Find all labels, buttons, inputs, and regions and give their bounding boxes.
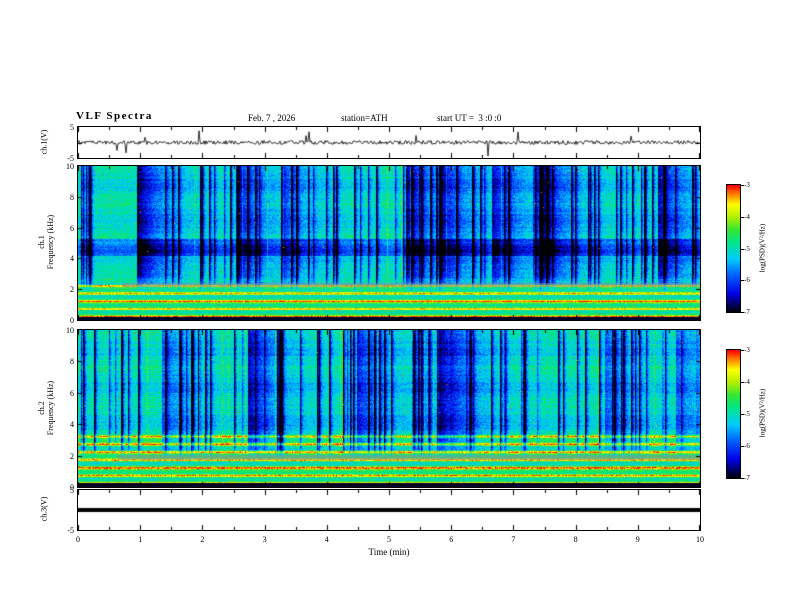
ch1-spec-ytick: 2: [70, 285, 74, 295]
colorbar-2: [726, 349, 741, 479]
ch2-spec-ytick: 4: [70, 420, 74, 430]
colorbar-1-tick: -6: [744, 276, 750, 285]
ch2-spectrogram-panel: [77, 329, 701, 488]
ch3-waveform-ylabel: ch.3(V): [39, 496, 49, 522]
x-tick-label: 3: [262, 535, 267, 544]
ch1-spectrogram-ylabel-line1: ch.1: [37, 235, 46, 249]
ch3-wave-ytick: 5: [70, 486, 74, 495]
colorbar-1: [726, 184, 741, 313]
plot-title: VLF Spectra: [76, 110, 153, 122]
colorbar-2-tick-dash: [740, 350, 744, 351]
ch2-spec-ytick: 6: [70, 388, 74, 398]
ch1-spec-ytick: 0: [70, 316, 74, 325]
vlf-spectra-figure: VLF Spectra Feb. 7 , 2026 station=ATH st…: [0, 0, 792, 612]
ch1-spectrogram-panel: [77, 165, 701, 321]
colorbar-2-tick-dash: [740, 414, 744, 415]
x-tick-label: 6: [449, 535, 454, 544]
x-tick-label: 2: [200, 535, 205, 544]
plot-date: Feb. 7 , 2026: [248, 113, 296, 123]
ch3-waveform-canvas: [78, 490, 700, 530]
ch1-spec-ytick: 8: [70, 192, 74, 202]
x-axis-label: Time (min): [368, 547, 410, 557]
ch1-spec-ytick: 10: [66, 162, 74, 171]
x-tick-label: 0: [76, 535, 80, 544]
ch1-spec-ytick: 4: [70, 254, 74, 264]
colorbar-1-tick: -7: [744, 308, 750, 316]
ch1-waveform-panel: [77, 126, 701, 159]
ch1-waveform-ylabel: ch.1(V): [39, 129, 49, 155]
colorbar-1-tick-dash: [740, 185, 744, 186]
x-tick-label: 7: [511, 535, 516, 544]
colorbar-2-tick-dash: [740, 478, 744, 479]
colorbar-1-canvas: [727, 185, 740, 312]
colorbar-1-tick-dash: [740, 312, 744, 313]
ch3-wave-ytick: -5: [67, 526, 74, 535]
colorbar-1-tick-dash: [740, 249, 744, 250]
x-tick-label: 5: [387, 535, 391, 544]
colorbar-1-tick: -5: [744, 244, 750, 253]
ch1-wave-ytick: 5: [70, 123, 74, 132]
x-tick-label: 9: [635, 535, 640, 544]
colorbar-2-tick: -5: [744, 410, 750, 418]
colorbar-2-label: log(PSD)(V²/Hz): [758, 388, 767, 438]
x-tick-label: 1: [138, 535, 143, 544]
ch2-spectrogram-canvas: [78, 330, 700, 487]
colorbar-1-tick-dash: [740, 280, 744, 281]
colorbar-2-tick: -4: [744, 378, 750, 386]
ch2-spec-ytick: 10: [66, 326, 74, 335]
ch3-waveform-panel: [77, 489, 701, 531]
colorbar-1-label: log(PSD)(V²/Hz): [758, 223, 767, 273]
colorbar-1-tick: -4: [744, 212, 750, 221]
colorbar-2-tick-dash: [740, 382, 744, 383]
colorbar-2-tick: -7: [744, 474, 750, 482]
colorbar-2-tick-dash: [740, 446, 744, 447]
ch1-waveform-canvas: [78, 127, 700, 158]
colorbar-1-tick: -3: [744, 181, 750, 189]
ch1-spec-ytick: 6: [70, 223, 74, 233]
colorbar-2-canvas: [727, 350, 740, 478]
plot-station: station=ATH: [341, 113, 388, 123]
colorbar-1-tick-dash: [740, 217, 744, 218]
colorbar-2-tick: -3: [744, 346, 750, 354]
x-tick-label: 8: [573, 535, 578, 544]
ch2-spec-ytick: 8: [70, 357, 74, 367]
colorbar-2-tick: -6: [744, 442, 750, 450]
x-tick-label: 10: [696, 535, 704, 544]
plot-start-ut: start UT = 3 :0 :0: [437, 113, 502, 123]
x-tick-label: 4: [324, 535, 329, 544]
ch1-spectrogram-canvas: [78, 166, 700, 320]
ch2-spectrogram-ylabel-line1: ch.2: [37, 401, 46, 415]
ch2-spec-ytick: 2: [70, 451, 74, 461]
